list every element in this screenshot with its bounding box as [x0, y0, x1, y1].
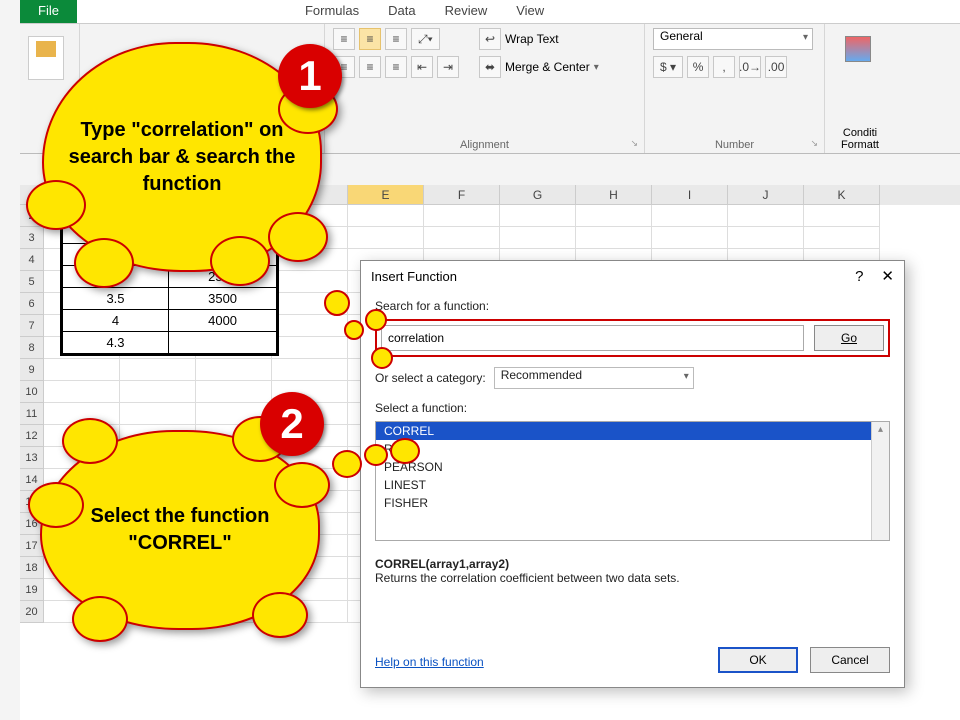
callout-1-badge: 1	[278, 44, 342, 108]
align-right-button[interactable]: ≡	[385, 56, 407, 78]
col-K[interactable]: K	[804, 185, 880, 205]
wrap-text-button[interactable]: Wrap Text	[505, 32, 559, 46]
connector-bubble-2a	[332, 450, 362, 478]
conditional-formatting-icon	[845, 36, 871, 62]
dialog-title: Insert Function	[371, 269, 457, 284]
help-icon[interactable]: ?	[855, 268, 863, 285]
callout-1-text: Type "correlation" on search bar & searc…	[64, 117, 300, 198]
cell-C7[interactable]: 4000	[168, 310, 276, 332]
group-alignment: ≡ ≡ ≡ ⤢▾ ≡ ≡ ≡ ⇤ ⇥ ↩ Wrap Text	[325, 24, 645, 153]
category-label: Or select a category:	[375, 371, 486, 385]
conditional-formatting-button[interactable]	[845, 36, 875, 66]
col-F[interactable]: F	[424, 185, 500, 205]
wrap-icon: ↩	[479, 28, 501, 50]
tab-bar: File Formulas Data Review View	[20, 0, 960, 24]
search-row: Go	[375, 319, 890, 357]
percent-button[interactable]: %	[687, 56, 709, 78]
tab-formulas[interactable]: Formulas	[291, 0, 374, 23]
cell-B8[interactable]: 4.3	[63, 332, 169, 354]
tab-view[interactable]: View	[502, 0, 559, 23]
align-bottom-button[interactable]: ≡	[385, 28, 407, 50]
tab-review[interactable]: Review	[431, 0, 503, 23]
ok-button[interactable]: OK	[718, 647, 798, 673]
callout-2-badge: 2	[260, 392, 324, 456]
cancel-button[interactable]: Cancel	[810, 647, 890, 673]
merge-icon: ⬌	[479, 56, 501, 78]
row-head-11[interactable]: 11	[20, 403, 44, 425]
group-number: General $ ▾ % , .0→ .00 Number	[645, 24, 825, 153]
tab-hidden-region	[77, 0, 291, 23]
callout-2-text: Select the function "CORREL"	[62, 503, 298, 557]
merge-center-button[interactable]: Merge & Center	[505, 60, 590, 74]
conditional-label: Conditi Formatt	[833, 127, 887, 151]
row-head-4[interactable]: 4	[20, 249, 44, 271]
func-linest[interactable]: LINEST	[376, 476, 889, 494]
align-center-button[interactable]: ≡	[359, 56, 381, 78]
number-format-dropdown[interactable]: General	[653, 28, 813, 50]
func-correl[interactable]: CORREL	[376, 422, 889, 440]
cell-B7[interactable]: 4	[63, 310, 169, 332]
close-icon[interactable]: ✕	[881, 267, 894, 285]
select-function-label: Select a function:	[375, 401, 890, 415]
group-styles: Conditi Formatt	[825, 24, 895, 153]
function-listbox[interactable]: CORREL RSQ PEARSON LINEST FISHER	[375, 421, 890, 541]
increase-decimal-button[interactable]: .0→	[739, 56, 761, 78]
group-label-alignment: Alignment	[333, 136, 636, 151]
comma-button[interactable]: ,	[713, 56, 735, 78]
connector-bubble-1b	[344, 320, 364, 340]
connector-bubble-2b	[364, 444, 388, 466]
row-head-7[interactable]: 7	[20, 315, 44, 337]
connector-bubble-2c	[390, 438, 420, 464]
row-head-8[interactable]: 8	[20, 337, 44, 359]
col-I[interactable]: I	[652, 185, 728, 205]
row-head-6[interactable]: 6	[20, 293, 44, 315]
row-head-5[interactable]: 5	[20, 271, 44, 293]
tab-file[interactable]: File	[20, 0, 77, 23]
orientation-button[interactable]: ⤢▾	[411, 28, 440, 50]
func-fisher[interactable]: FISHER	[376, 494, 889, 512]
col-G[interactable]: G	[500, 185, 576, 205]
align-top-button[interactable]: ≡	[333, 28, 355, 50]
tab-data[interactable]: Data	[374, 0, 430, 23]
col-H[interactable]: H	[576, 185, 652, 205]
search-label: Search for a function:	[375, 299, 890, 313]
function-signature: CORREL(array1,array2)	[375, 557, 509, 571]
col-E[interactable]: E	[348, 185, 424, 205]
search-input[interactable]	[381, 325, 804, 351]
insert-function-dialog: Insert Function ? ✕ Search for a functio…	[360, 260, 905, 688]
cell-B6[interactable]: 3.5	[63, 288, 169, 310]
function-description: CORREL(array1,array2) Returns the correl…	[375, 557, 890, 585]
category-dropdown[interactable]: Recommended	[494, 367, 694, 389]
cell-C6[interactable]: 3500	[168, 288, 276, 310]
callout-2: Select the function "CORREL"	[40, 430, 320, 630]
func-rsq[interactable]: RSQ	[376, 440, 889, 458]
group-label-number: Number	[653, 136, 816, 151]
decrease-decimal-button[interactable]: .00	[765, 56, 787, 78]
col-J[interactable]: J	[728, 185, 804, 205]
row-head-10[interactable]: 10	[20, 381, 44, 403]
chevron-down-icon: ▾	[594, 62, 599, 73]
scrollbar[interactable]	[871, 422, 889, 540]
indent-decrease-button[interactable]: ⇤	[411, 56, 433, 78]
align-middle-button[interactable]: ≡	[359, 28, 381, 50]
currency-button[interactable]: $ ▾	[653, 56, 683, 78]
row-head-3[interactable]: 3	[20, 227, 44, 249]
func-pearson[interactable]: PEARSON	[376, 458, 889, 476]
connector-bubble-1a	[324, 290, 350, 316]
row-head-9[interactable]: 9	[20, 359, 44, 381]
help-link[interactable]: Help on this function	[375, 655, 484, 669]
go-button[interactable]: Go	[814, 325, 884, 351]
cell-C8[interactable]	[168, 332, 276, 354]
function-desc-text: Returns the correlation coefficient betw…	[375, 571, 680, 585]
indent-increase-button[interactable]: ⇥	[437, 56, 459, 78]
